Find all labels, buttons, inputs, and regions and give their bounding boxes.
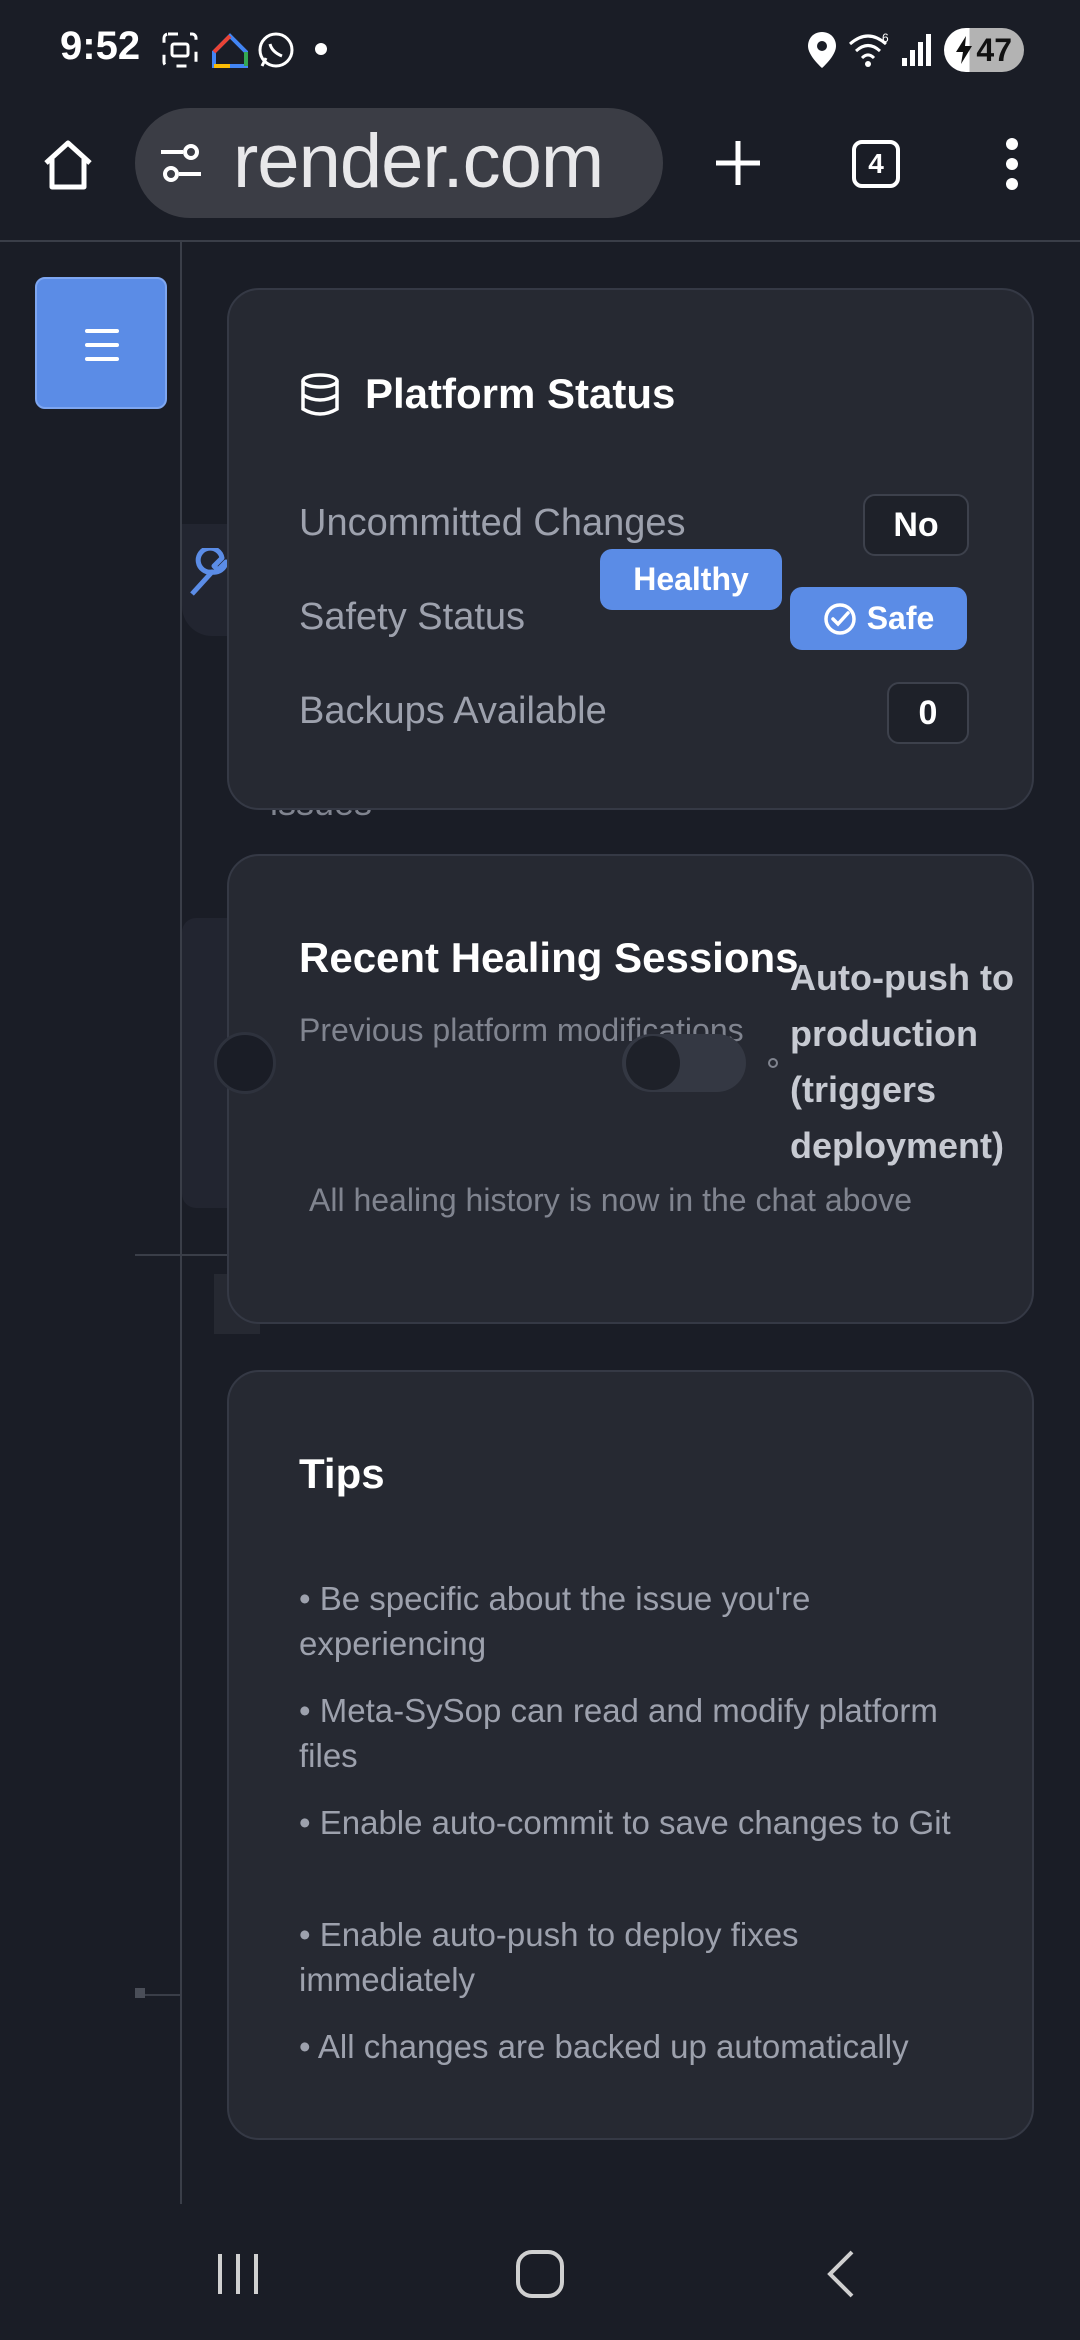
tip-item: • All changes are backed up automaticall…	[299, 2028, 909, 2065]
toggle-knob	[626, 1036, 680, 1090]
charging-icon	[956, 36, 972, 64]
toggle-switch[interactable]	[214, 1032, 276, 1094]
signal-icon	[902, 34, 931, 66]
whatsapp-icon	[258, 32, 294, 68]
check-circle-icon	[823, 602, 856, 635]
tab-switcher-button[interactable]: 4	[852, 140, 900, 188]
tip-item: • Meta-SySop can read and modify platfor…	[299, 1692, 938, 1774]
battery-indicator: 47	[944, 28, 1024, 72]
healing-empty-message: All healing history is now in the chat a…	[309, 1182, 913, 1218]
wifi-icon: 6	[849, 31, 889, 67]
new-tab-icon[interactable]	[710, 135, 766, 191]
database-icon	[301, 373, 339, 416]
status-time: 9:52	[60, 24, 141, 68]
tip-item: • Enable auto-push to deploy fixes immed…	[299, 1916, 799, 1998]
uncommitted-changes-value: No	[863, 494, 969, 556]
auto-push-toggle[interactable]	[622, 1034, 746, 1092]
status-bar: 9:52 6 47	[0, 0, 1080, 100]
screenshot-icon	[162, 32, 198, 68]
healthy-badge: Healthy	[600, 549, 782, 610]
backups-available-value: 0	[887, 682, 969, 744]
safety-status-value: Safe	[866, 600, 935, 636]
system-nav-bar	[0, 2204, 1080, 2340]
platform-status-title: Platform Status	[365, 370, 676, 417]
tip-item: • Be specific about the issue you're exp…	[299, 1580, 811, 1662]
healing-sessions-title: Recent Healing Sessions	[299, 934, 799, 981]
back-icon[interactable]	[820, 2248, 860, 2300]
auto-push-label: Auto-push to production (triggers deploy…	[790, 957, 1014, 1166]
site-settings-icon[interactable]	[157, 140, 205, 186]
divider	[135, 1254, 227, 1256]
battery-level: 47	[976, 31, 1012, 68]
uncommitted-changes-label: Uncommitted Changes	[299, 502, 686, 544]
location-icon	[808, 32, 836, 68]
tips-title: Tips	[299, 1450, 385, 1497]
home-app-icon	[212, 33, 248, 68]
more-menu-icon[interactable]	[1000, 136, 1024, 192]
safety-status-badge: Safe	[790, 587, 967, 650]
tip-item: • Enable auto-commit to save changes to …	[299, 1804, 951, 1841]
menu-button[interactable]	[35, 277, 167, 409]
home-icon[interactable]	[38, 135, 98, 195]
address-bar[interactable]: render.com	[135, 108, 663, 218]
backups-available-label: Backups Available	[299, 690, 607, 732]
home-nav-icon[interactable]	[514, 2248, 566, 2300]
url-text: render.com	[233, 119, 604, 204]
page-content: issues Platform Status Uncommitted Chang…	[0, 242, 1080, 2204]
resize-handle[interactable]	[135, 1988, 145, 1998]
svg-text:6: 6	[882, 31, 889, 45]
safety-status-label: Safety Status	[299, 596, 526, 638]
wrench-icon	[190, 548, 229, 596]
notification-dot-icon	[315, 43, 327, 55]
recent-apps-icon[interactable]	[214, 2250, 262, 2298]
radio-dot[interactable]	[768, 1058, 778, 1068]
tips-card: Tips • Be specific about the issue you'r…	[227, 1370, 1034, 2140]
